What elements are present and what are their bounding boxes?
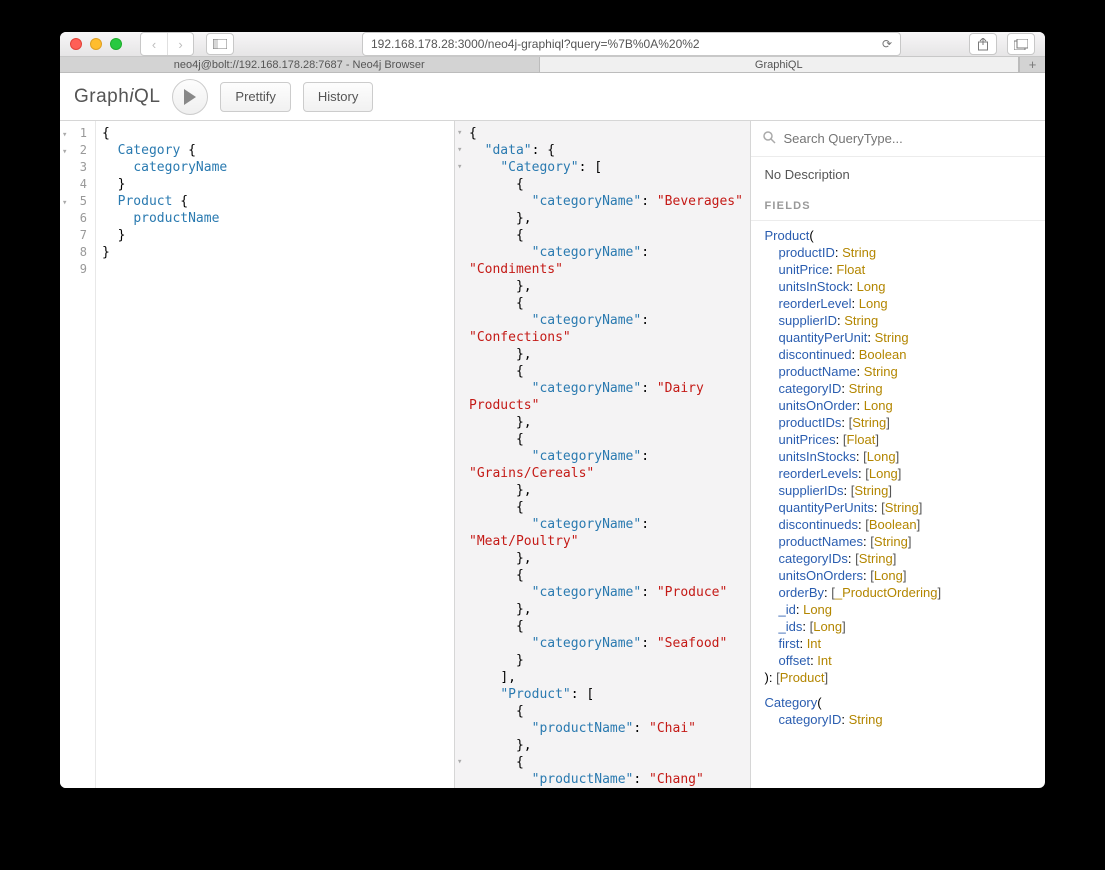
back-button[interactable]: ‹: [141, 33, 167, 55]
new-tab-button[interactable]: +: [1019, 57, 1045, 72]
editor-pane: 123456789 { Category { categoryName } Pr…: [60, 121, 455, 788]
fields-header: FIELDS: [751, 192, 1046, 221]
type-link[interactable]: Category: [765, 695, 818, 710]
reload-icon[interactable]: ⟳: [882, 37, 892, 51]
minimize-icon[interactable]: [90, 38, 102, 50]
tabs-icon[interactable]: [1007, 33, 1035, 55]
titlebar: ‹ › 192.168.178.28:3000/neo4j-graphiql?q…: [60, 32, 1045, 57]
fields-list: Product(productID: StringunitPrice: Floa…: [751, 221, 1046, 788]
graphiql-logo: GraphiQL: [74, 86, 160, 108]
sidebar-toggle-button[interactable]: [206, 33, 234, 55]
prettify-button[interactable]: Prettify: [220, 82, 290, 112]
docs-search: [751, 121, 1046, 157]
docs-description: No Description: [751, 157, 1046, 192]
result-json: { "data": { "Category": [ { "categoryNam…: [469, 125, 750, 788]
url-bar[interactable]: 192.168.178.28:3000/neo4j-graphiql?query…: [362, 32, 901, 56]
search-icon: [763, 131, 776, 147]
browser-window: ‹ › 192.168.178.28:3000/neo4j-graphiql?q…: [60, 32, 1045, 788]
browser-tab-0[interactable]: neo4j@bolt://192.168.178.28:7687 - Neo4j…: [60, 57, 540, 72]
type-link[interactable]: Product: [765, 228, 810, 243]
history-button[interactable]: History: [303, 82, 373, 112]
url-text: 192.168.178.28:3000/neo4j-graphiql?query…: [371, 37, 700, 51]
share-icon[interactable]: [969, 33, 997, 55]
graphiql-app: GraphiQL Prettify History 123456789 { Ca…: [60, 73, 1045, 788]
app-toolbar: GraphiQL Prettify History: [60, 73, 1045, 121]
execute-button[interactable]: [172, 79, 208, 115]
app-body: 123456789 { Category { categoryName } Pr…: [60, 121, 1045, 788]
result-pane: ▾▾▾▾ { "data": { "Category": [ { "catego…: [455, 121, 750, 788]
line-gutter: 123456789: [60, 121, 96, 788]
forward-button[interactable]: ›: [167, 33, 193, 55]
query-editor[interactable]: 123456789 { Category { categoryName } Pr…: [60, 121, 454, 788]
browser-tab-1[interactable]: GraphiQL: [540, 57, 1020, 72]
close-icon[interactable]: [70, 38, 82, 50]
tab-strip: neo4j@bolt://192.168.178.28:7687 - Neo4j…: [60, 57, 1045, 73]
nav-back-forward: ‹ ›: [140, 32, 194, 56]
maximize-icon[interactable]: [110, 38, 122, 50]
query-text[interactable]: { Category { categoryName } Product { pr…: [96, 121, 227, 788]
docs-search-input[interactable]: [784, 131, 1034, 146]
docs-pane: ‹ Schema QueryType ✕ No Description FIEL…: [750, 121, 1046, 788]
